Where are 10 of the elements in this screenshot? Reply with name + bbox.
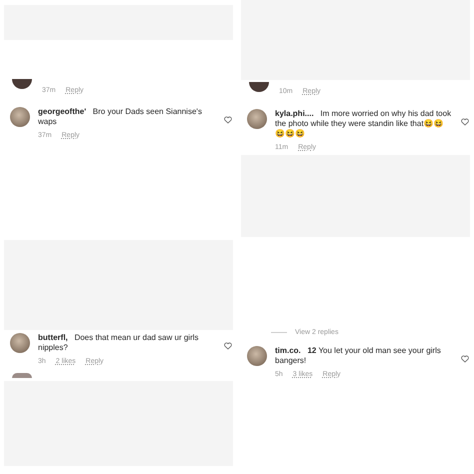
comment-text: kyla.phi.... Im more worried on why his dad took the photo while they were standin like that😆😆😆😆😆 xyxy=(275,109,452,139)
avatar[interactable] xyxy=(12,79,32,89)
comment-text: butterfl, Does that mean ur dad saw ur girls nipples? xyxy=(38,333,200,353)
heart-icon[interactable] xyxy=(224,342,232,350)
heart-icon[interactable] xyxy=(224,116,232,124)
avatar[interactable] xyxy=(249,82,269,92)
comment-text: tim.co. 12 You let your old man see your girls bangers! xyxy=(275,346,442,366)
heart-icon[interactable] xyxy=(461,118,469,126)
comment-text: georgeofthe' Bro your Dads seen Siannise's waps xyxy=(38,107,203,127)
heart-icon[interactable] xyxy=(461,355,469,363)
